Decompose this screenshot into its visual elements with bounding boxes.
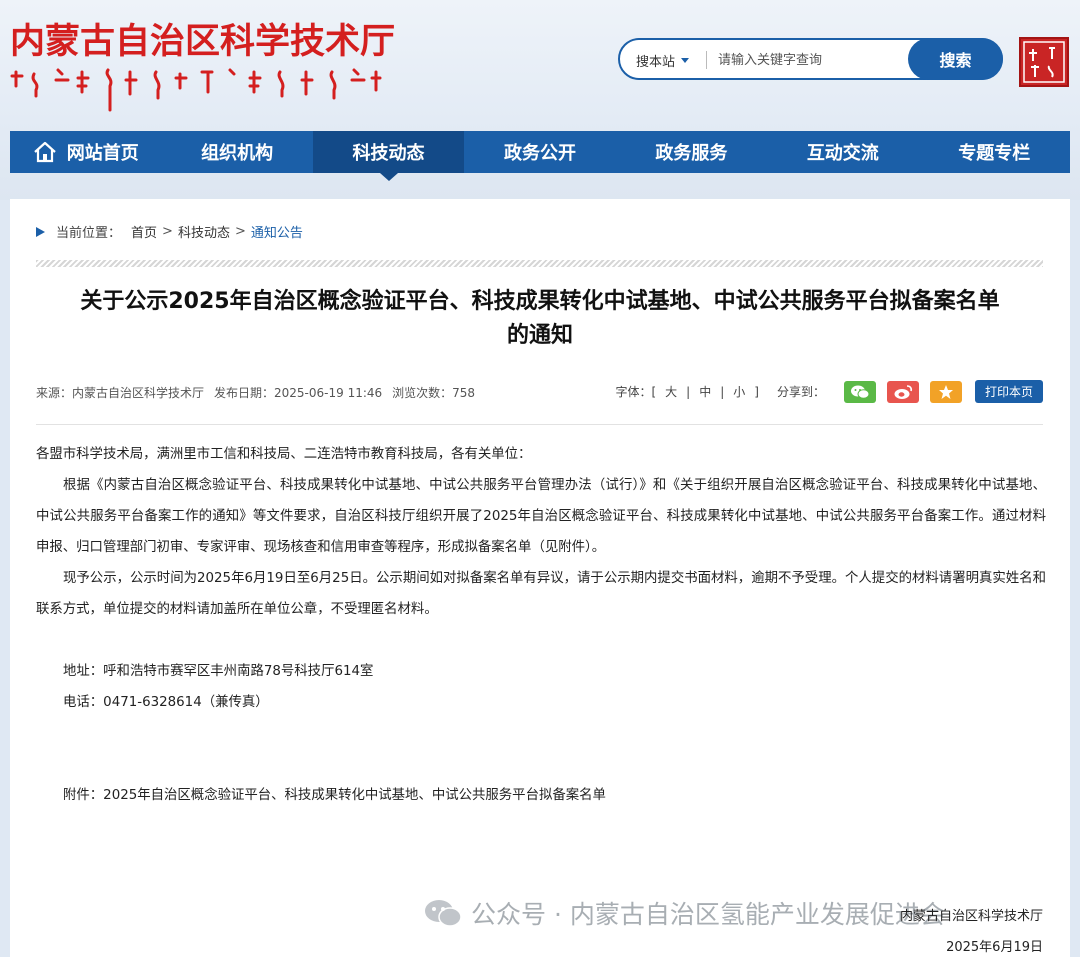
article-view-count: 浏览次数：758: [392, 386, 476, 400]
breadcrumb-separator: >: [162, 224, 173, 239]
article-source: 来源：内蒙古自治区科学技术厅: [36, 386, 205, 400]
home-icon: [33, 141, 56, 163]
nav-label: 网站首页: [66, 143, 139, 164]
nav-item-organization[interactable]: 组织机构: [161, 131, 312, 173]
meta-divider: [36, 424, 1043, 425]
font-medium-button[interactable]: 中: [699, 383, 711, 400]
nav-label: 政务公开: [503, 143, 576, 164]
font-separator: |: [686, 384, 691, 399]
main-nav: 网站首页 组织机构 科技动态 政务公开 政务服务 互动交流 专题专栏: [10, 131, 1070, 181]
signature-date: 2025年6月19日: [946, 940, 1043, 955]
search-divider: [706, 51, 707, 69]
search-scope-select[interactable]: 搜本站: [636, 51, 690, 70]
bracket-open: [: [651, 384, 657, 399]
weibo-share-button[interactable]: [886, 380, 919, 403]
font-small-button[interactable]: 小: [733, 383, 745, 400]
site-title: 内蒙古自治区科学技术厅: [10, 21, 396, 62]
wechat-official-account-icon: [425, 900, 462, 927]
wechat-icon: [850, 385, 870, 399]
contact-address: 地址：呼和浩特市赛罕区丰州南路78号科技厅614室: [63, 664, 374, 679]
weibo-icon: [894, 384, 913, 399]
font-large-button[interactable]: 大: [665, 383, 677, 400]
article-tools: 字体： [ 大 | 中 | 小 ] 分享到： 打印本页: [615, 380, 1043, 403]
wechat-share-button[interactable]: [843, 380, 876, 403]
favorite-button[interactable]: [929, 380, 962, 403]
play-arrow-icon: [36, 226, 45, 237]
nav-label: 科技动态: [352, 143, 425, 164]
article-meta: 来源：内蒙古自治区科学技术厅 发布日期：2025-06-19 11:46 浏览次…: [36, 384, 475, 401]
breadcrumb-prefix: 当前位置：: [56, 226, 122, 241]
attachment-link[interactable]: 附件：2025年自治区概念验证平台、科技成果转化中试基地、中试公共服务平台拟备案…: [36, 780, 1046, 811]
article-paragraph: 现予公示，公示时间为2025年6月19日至6月25日。公示期间如对拟备案名单有异…: [36, 571, 1046, 617]
font-separator: |: [720, 384, 725, 399]
site-logo[interactable]: 内蒙古自治区科学技术厅: [10, 20, 396, 112]
nav-item-interaction[interactable]: 互动交流: [767, 131, 918, 173]
article-title-line-1: 关于公示2025年自治区概念验证平台、科技成果转化中试基地、中试公共服务平台拟备…: [80, 289, 1000, 314]
article-greeting: 各盟市科学技术局，满洲里市工信和科技局、二连浩特市教育科技局，各有关单位：: [36, 447, 532, 462]
nav-item-home[interactable]: 网站首页: [10, 131, 161, 173]
bracket-close: ]: [754, 384, 759, 399]
star-icon: [938, 384, 953, 399]
search-bar: 搜本站 搜索: [618, 38, 1003, 80]
signature-org: 内蒙古自治区科学技术厅: [899, 909, 1043, 924]
watermark: 公众号 · 内蒙古自治区氢能产业发展促进会: [423, 895, 945, 931]
article-publish-date: 发布日期：2025-06-19 11:46: [214, 386, 383, 400]
print-button[interactable]: 打印本页: [974, 380, 1043, 403]
nav-label: 政务服务: [655, 143, 728, 164]
article-title: 关于公示2025年自治区概念验证平台、科技成果转化中试基地、中试公共服务平台拟备…: [30, 285, 1050, 353]
breadcrumb: 当前位置： 首页 > 科技动态 > 通知公告: [36, 222, 303, 241]
decorative-stripe: [36, 260, 1043, 267]
watermark-text: 公众号 · 内蒙古自治区氢能产业发展促进会: [471, 900, 945, 929]
seal-stamp-icon: [1019, 37, 1069, 87]
mongolian-script-logo: [10, 68, 382, 112]
breadcrumb-notices-link[interactable]: 通知公告: [251, 222, 303, 241]
article-paragraph: 根据《内蒙古自治区概念验证平台、科技成果转化中试基地、中试公共服务平台管理办法（…: [36, 478, 1046, 555]
chevron-down-icon: [681, 58, 690, 63]
breadcrumb-tech-news-link[interactable]: 科技动态: [178, 222, 230, 241]
share-label: 分享到：: [776, 385, 825, 399]
nav-item-gov-services[interactable]: 政务服务: [616, 131, 767, 173]
search-scope-label: 搜本站: [636, 55, 676, 70]
nav-item-tech-news[interactable]: 科技动态: [312, 131, 465, 181]
nav-item-gov-affairs-open[interactable]: 政务公开: [464, 131, 615, 173]
breadcrumb-separator: >: [234, 224, 246, 239]
search-input[interactable]: [718, 48, 908, 72]
nav-label: 互动交流: [806, 143, 879, 164]
article-title-line-2: 的通知: [506, 323, 573, 348]
nav-label: 组织机构: [201, 143, 274, 164]
search-button[interactable]: 搜索: [908, 38, 1003, 80]
article-panel: 当前位置： 首页 > 科技动态 > 通知公告 关于公示2025年自治区概念验证平…: [10, 199, 1070, 957]
contact-phone: 电话：0471-6328614（兼传真）: [63, 695, 269, 710]
nav-item-special-topics[interactable]: 专题专栏: [919, 131, 1070, 173]
breadcrumb-home-link[interactable]: 首页: [131, 222, 157, 241]
nav-label: 专题专栏: [958, 143, 1031, 164]
font-size-label: 字体：: [615, 385, 652, 399]
article-body: 各盟市科学技术局，满洲里市工信和科技局、二连浩特市教育科技局，各有关单位： 根据…: [36, 439, 1046, 811]
